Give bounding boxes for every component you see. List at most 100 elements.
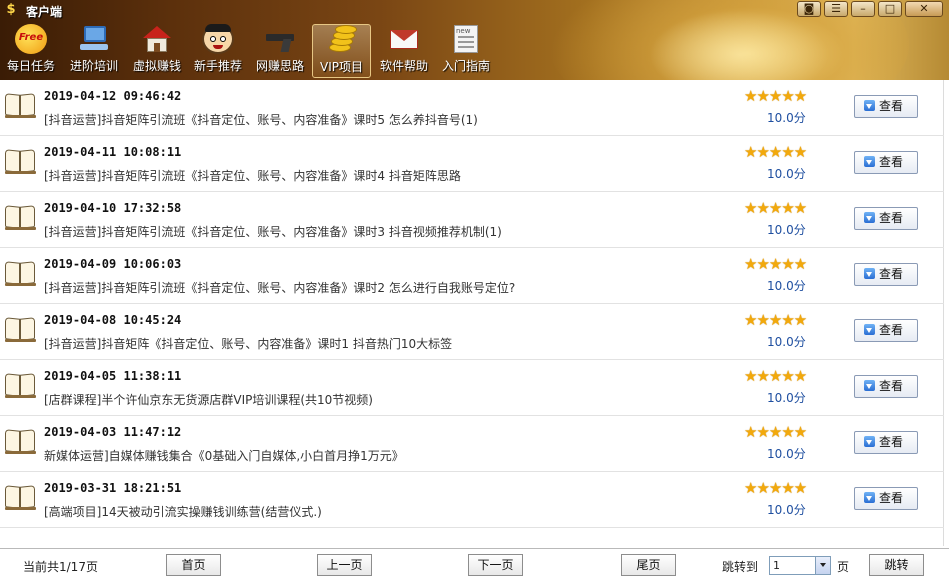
toolbar-label: 每日任务	[6, 59, 55, 73]
next-page-button[interactable]: 下一页	[468, 554, 523, 576]
book-icon	[5, 93, 37, 118]
item-title[interactable]: [抖音运营]抖音矩阵引流班《抖音定位、账号、内容准备》课时4 抖音矩阵思路	[44, 167, 461, 184]
star-rating: ★★★★★	[744, 143, 807, 161]
toolbar-item-advanced-training[interactable]: 进阶培训	[66, 24, 122, 78]
view-button[interactable]: 查看	[854, 151, 918, 174]
view-button-label: 查看	[879, 99, 904, 113]
list-item: 2019-04-08 10:45:24 [抖音运营]抖音矩阵《抖音定位、账号、内容…	[0, 304, 944, 360]
book-icon	[5, 205, 37, 230]
item-title[interactable]: [店群课程]半个许仙京东无货源店群VIP培训课程(共10节视频)	[44, 391, 373, 408]
page-info: 当前共1/17页	[23, 560, 98, 574]
item-title[interactable]: [抖音运营]抖音矩阵引流班《抖音定位、账号、内容准备》课时3 抖音视频推荐机制(…	[44, 223, 502, 240]
view-button-label: 查看	[879, 155, 904, 169]
toolbar-item-earning-ideas[interactable]: 网赚思路	[252, 24, 308, 78]
view-button-label: 查看	[879, 435, 904, 449]
chevron-down-icon[interactable]	[815, 557, 830, 574]
face-icon	[202, 24, 234, 54]
first-page-button[interactable]: 首页	[166, 554, 221, 576]
book-icon	[5, 429, 37, 454]
page-unit-label: 页	[837, 560, 850, 574]
book-icon	[5, 261, 37, 286]
star-rating: ★★★★★	[744, 367, 807, 385]
coins-icon	[326, 25, 358, 55]
help-window-button[interactable]: ◙	[797, 1, 821, 17]
item-score: 10.0分	[767, 223, 806, 237]
title-bar: $ 客户端 ◙ ☰ – □ ✕	[0, 0, 949, 20]
item-title[interactable]: [高端项目]14天被动引流实操赚钱训练营(结营仪式.)	[44, 503, 322, 520]
view-button[interactable]: 查看	[854, 319, 918, 342]
item-score: 10.0分	[767, 391, 806, 405]
menu-window-button[interactable]: ☰	[824, 1, 848, 17]
item-title[interactable]: [抖音运营]抖音矩阵引流班《抖音定位、账号、内容准备》课时5 怎么养抖音号(1)	[44, 111, 478, 128]
item-date: 2019-04-03 11:47:12	[44, 425, 182, 439]
list-item: 2019-04-05 11:38:11 [店群课程]半个许仙京东无货源店群VIP培…	[0, 360, 944, 416]
item-score: 10.0分	[767, 167, 806, 181]
list-item: 2019-03-31 18:21:51 [高端项目]14天被动引流实操赚钱训练营(…	[0, 472, 944, 528]
view-button[interactable]: 查看	[854, 263, 918, 286]
download-arrow-icon	[864, 100, 875, 111]
list-item: 2019-04-11 10:08:11 [抖音运营]抖音矩阵引流班《抖音定位、账号…	[0, 136, 944, 192]
item-date: 2019-04-08 10:45:24	[44, 313, 182, 327]
list-item: 2019-04-12 09:46:42 [抖音运营]抖音矩阵引流班《抖音定位、账号…	[0, 80, 944, 136]
view-button-label: 查看	[879, 491, 904, 505]
main-toolbar: Free 每日任务 进阶培训 虚拟赚钱 新手推荐 网赚思路 VIP项目 软件帮助…	[0, 22, 520, 78]
toolbar-item-vip-projects[interactable]: VIP项目	[312, 24, 371, 78]
view-button[interactable]: 查看	[854, 207, 918, 230]
toolbar-label: 进阶培训	[69, 59, 118, 73]
list-item: 2019-04-03 11:47:12 新媒体运营]自媒体赚钱集合《0基础入门自媒…	[0, 416, 944, 472]
list-item: 2019-04-09 10:06:03 [抖音运营]抖音矩阵引流班《抖音定位、账号…	[0, 248, 944, 304]
book-icon	[5, 485, 37, 510]
download-arrow-icon	[864, 436, 875, 447]
toolbar-label: 网赚思路	[255, 59, 304, 73]
item-score: 10.0分	[767, 111, 806, 125]
maximize-button[interactable]: □	[878, 1, 902, 17]
star-rating: ★★★★★	[744, 479, 807, 497]
computer-icon	[78, 24, 110, 54]
item-date: 2019-04-11 10:08:11	[44, 145, 182, 159]
toolbar-label: 入门指南	[441, 59, 490, 73]
house-icon	[141, 24, 173, 54]
download-arrow-icon	[864, 492, 875, 503]
view-button[interactable]: 查看	[854, 487, 918, 510]
toolbar-item-software-help[interactable]: 软件帮助	[376, 24, 432, 78]
toolbar-item-virtual-earning[interactable]: 虚拟赚钱	[129, 24, 185, 78]
jump-to-label: 跳转到	[722, 560, 759, 574]
item-title[interactable]: [抖音运营]抖音矩阵《抖音定位、账号、内容准备》课时1 抖音热门10大标签	[44, 335, 452, 352]
toolbar-label: 软件帮助	[379, 59, 428, 73]
view-button-label: 查看	[879, 379, 904, 393]
book-icon	[5, 373, 37, 398]
item-title[interactable]: [抖音运营]抖音矩阵引流班《抖音定位、账号、内容准备》课时2 怎么进行自我账号定…	[44, 279, 515, 296]
course-list: 2019-04-12 09:46:42 [抖音运营]抖音矩阵引流班《抖音定位、账号…	[0, 80, 944, 546]
toolbar-item-beginner-picks[interactable]: 新手推荐	[190, 24, 246, 78]
book-icon	[5, 149, 37, 174]
toolbar-item-daily-tasks[interactable]: Free 每日任务	[4, 24, 58, 78]
last-page-button[interactable]: 尾页	[621, 554, 676, 576]
page-select-value: 1	[773, 559, 780, 572]
newspaper-icon: new	[450, 24, 482, 54]
item-score: 10.0分	[767, 279, 806, 293]
item-date: 2019-04-05 11:38:11	[44, 369, 182, 383]
item-date: 2019-04-09 10:06:03	[44, 257, 182, 271]
book-icon	[5, 317, 37, 342]
view-button[interactable]: 查看	[854, 431, 918, 454]
item-score: 10.0分	[767, 503, 806, 517]
item-date: 2019-03-31 18:21:51	[44, 481, 182, 495]
gun-icon	[264, 24, 296, 54]
download-arrow-icon	[864, 268, 875, 279]
toolbar-item-getting-started[interactable]: new 入门指南	[438, 24, 494, 78]
item-score: 10.0分	[767, 447, 806, 461]
go-button[interactable]: 跳转	[869, 554, 924, 576]
view-button[interactable]: 查看	[854, 375, 918, 398]
close-button[interactable]: ✕	[905, 1, 943, 17]
view-button-label: 查看	[879, 267, 904, 281]
star-rating: ★★★★★	[744, 255, 807, 273]
prev-page-button[interactable]: 上一页	[317, 554, 372, 576]
download-arrow-icon	[864, 156, 875, 167]
view-button-label: 查看	[879, 211, 904, 225]
page-select[interactable]: 1	[769, 556, 831, 575]
view-button-label: 查看	[879, 323, 904, 337]
item-title[interactable]: 新媒体运营]自媒体赚钱集合《0基础入门自媒体,小白首月挣1万元》	[44, 447, 404, 464]
view-button[interactable]: 查看	[854, 95, 918, 118]
minimize-button[interactable]: –	[851, 1, 875, 17]
pagination-bar: 当前共1/17页 首页 上一页 下一页 尾页 跳转到 1 页 跳转	[0, 548, 949, 582]
